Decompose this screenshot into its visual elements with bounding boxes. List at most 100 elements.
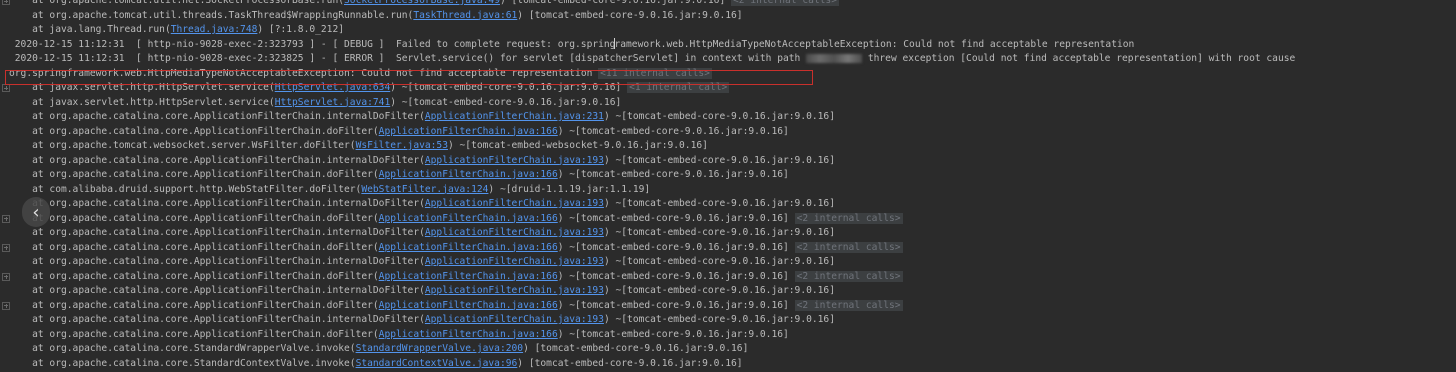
log-text: at org.apache.tomcat.util.net.SocketProc… <box>32 0 345 6</box>
internal-calls-badge[interactable]: <2 internal calls> <box>794 212 903 224</box>
log-text: ) ~[druid-1.1.19.jar:1.1.19] <box>488 183 651 195</box>
log-text: at org.apache.catalina.core.StandardWrap… <box>32 343 356 354</box>
source-link[interactable]: ApplicationFilterChain.java:193 <box>425 198 604 209</box>
log-text: at org.apache.catalina.core.ApplicationF… <box>32 270 379 282</box>
internal-calls-badge[interactable]: <2 internal calls> <box>794 241 903 253</box>
log-line: at org.apache.catalina.core.ApplicationF… <box>0 270 1456 285</box>
source-link[interactable]: ApplicationFilterChain.java:166 <box>379 329 558 340</box>
log-line: at org.apache.catalina.core.ApplicationF… <box>0 241 1456 256</box>
source-link[interactable]: StandardWrapperValve.java:200 <box>356 343 524 354</box>
log-line: at org.apache.catalina.core.ApplicationF… <box>0 197 1456 212</box>
log-line: at org.apache.catalina.core.ApplicationF… <box>0 226 1456 241</box>
log-text: at java.lang.Thread.run( <box>32 24 171 35</box>
log-text: at org.apache.catalina.core.ApplicationF… <box>32 212 379 224</box>
source-link[interactable]: ApplicationFilterChain.java:193 <box>425 155 604 166</box>
source-link[interactable]: StandardContextValve.java:96 <box>356 358 518 369</box>
source-link[interactable]: ApplicationFilterChain.java:166 <box>379 300 558 311</box>
internal-calls-badge[interactable]: <2 internal calls> <box>794 299 903 311</box>
fold-expand-icon[interactable] <box>2 272 10 281</box>
redacted-path <box>806 53 863 63</box>
log-line: at org.apache.catalina.core.ApplicationF… <box>0 168 1456 183</box>
log-line: at org.apache.catalina.core.StandardWrap… <box>0 342 1456 357</box>
log-line: at org.apache.tomcat.util.net.SocketProc… <box>0 0 1456 9</box>
log-text: ) [tomcat-embed-core-9.0.16.jar:9.0.16] <box>517 9 743 21</box>
log-text: ) ~[tomcat-embed-core-9.0.16.jar:9.0.16] <box>557 212 795 224</box>
log-text: ) ~[tomcat-embed-core-9.0.16.jar:9.0.16] <box>603 198 835 209</box>
source-link[interactable]: HttpServlet.java:741 <box>275 97 391 108</box>
source-link[interactable]: ApplicationFilterChain.java:193 <box>425 285 604 296</box>
log-text: ) ~[tomcat-embed-core-9.0.16.jar:9.0.16] <box>603 285 835 296</box>
log-line: at org.apache.catalina.core.ApplicationF… <box>0 154 1456 169</box>
fold-expand-icon[interactable] <box>2 243 10 252</box>
source-link[interactable]: WebStatFilter.java:124 <box>361 184 488 195</box>
internal-calls-badge[interactable]: <2 internal calls> <box>731 0 839 6</box>
source-link[interactable]: WsFilter.java:53 <box>356 140 448 151</box>
source-link[interactable]: ApplicationFilterChain.java:193 <box>425 227 604 238</box>
log-text: at org.apache.catalina.core.ApplicationF… <box>32 169 379 180</box>
log-line: at org.apache.catalina.core.StandardCont… <box>0 357 1456 372</box>
log-text: ) [tomcat-embed-core-9.0.16.jar:9.0.16] <box>517 357 743 369</box>
log-text: threw exception [Could not find acceptab… <box>862 53 1296 64</box>
log-text: at org.apache.catalina.core.ApplicationF… <box>32 227 425 238</box>
chevron-left-icon[interactable]: ‹ <box>22 197 50 227</box>
fold-expand-icon[interactable] <box>2 0 10 5</box>
log-text: ) [tomcat-embed-core-9.0.16.jar:9.0.16] <box>499 0 732 6</box>
log-text: ) ~[tomcat-embed-core-9.0.16.jar:9.0.16] <box>603 111 835 122</box>
log-line: at com.alibaba.druid.support.http.WebSta… <box>0 183 1456 198</box>
source-link[interactable]: ApplicationFilterChain.java:166 <box>379 213 558 224</box>
source-link[interactable]: SocketProcessorBase.java:49 <box>344 0 500 6</box>
fold-expand-icon[interactable] <box>2 84 10 92</box>
log-text: at org.apache.catalina.core.ApplicationF… <box>32 299 379 311</box>
internal-calls-badge[interactable]: <2 internal calls> <box>794 270 903 282</box>
source-link[interactable]: ApplicationFilterChain.java:193 <box>425 314 604 325</box>
log-line: at org.apache.catalina.core.ApplicationF… <box>0 284 1456 299</box>
log-text: ) ~[tomcat-embed-core-9.0.16.jar:9.0.16] <box>603 256 835 267</box>
log-line: at org.apache.catalina.core.ApplicationF… <box>0 125 1456 140</box>
log-text: ) ~[tomcat-embed-core-9.0.16.jar:9.0.16] <box>603 227 835 238</box>
fold-expand-icon[interactable] <box>2 214 10 223</box>
log-text: at org.apache.catalina.core.ApplicationF… <box>32 256 425 267</box>
log-text: ) ~[tomcat-embed-core-9.0.16.jar:9.0.16] <box>557 299 795 311</box>
source-link[interactable]: Thread.java:748 <box>171 24 258 35</box>
log-line: at org.apache.tomcat.util.threads.TaskTh… <box>0 9 1456 24</box>
log-text: ) ~[tomcat-embed-core-9.0.16.jar:9.0.16] <box>557 169 789 180</box>
source-link[interactable]: ApplicationFilterChain.java:231 <box>425 111 604 122</box>
source-link[interactable]: ApplicationFilterChain.java:166 <box>379 169 558 180</box>
log-line: at org.apache.catalina.core.ApplicationF… <box>0 110 1456 125</box>
log-line: at org.apache.catalina.core.ApplicationF… <box>0 255 1456 270</box>
fold-expand-icon[interactable] <box>2 301 10 310</box>
log-text: ) ~[tomcat-embed-core-9.0.16.jar:9.0.16] <box>557 125 789 137</box>
log-line: at java.lang.Thread.run(Thread.java:748)… <box>0 23 1456 38</box>
exception-highlight-box <box>5 70 813 85</box>
source-link[interactable]: TaskThread.java:61 <box>413 10 517 21</box>
log-text: 2020-12-15 11:12:31 [ http-nio-9028-exec… <box>14 53 807 64</box>
log-text: 2020-12-15 11:12:31 [ http-nio-9028-exec… <box>14 38 616 50</box>
log-text: ) ~[tomcat-embed-core-9.0.16.jar:9.0.16] <box>603 154 835 166</box>
log-line: at org.apache.tomcat.websocket.server.Ws… <box>0 139 1456 154</box>
source-link[interactable]: ApplicationFilterChain.java:193 <box>425 256 604 267</box>
log-text: at javax.servlet.http.HttpServlet.servic… <box>32 96 275 108</box>
log-text: ) ~[tomcat-embed-websocket-9.0.16.jar:9.… <box>447 140 708 151</box>
log-text: ) ~[tomcat-embed-core-9.0.16.jar:9.0.16] <box>557 328 789 340</box>
log-text: ) ~[tomcat-embed-core-9.0.16.jar:9.0.16] <box>557 270 795 282</box>
log-text: ) ~[tomcat-embed-core-9.0.16.jar:9.0.16] <box>557 241 795 253</box>
log-text: at org.apache.catalina.core.ApplicationF… <box>32 125 379 137</box>
log-text: at org.apache.catalina.core.StandardCont… <box>32 357 356 369</box>
log-text: at org.apache.catalina.core.ApplicationF… <box>32 241 379 253</box>
log-text: at org.apache.catalina.core.ApplicationF… <box>32 198 425 209</box>
log-line: at javax.servlet.http.HttpServlet.servic… <box>0 96 1456 111</box>
source-link[interactable]: ApplicationFilterChain.java:166 <box>379 126 558 137</box>
log-text: at org.apache.catalina.core.ApplicationF… <box>32 154 425 166</box>
log-text: ) ~[tomcat-embed-core-9.0.16.jar:9.0.16] <box>603 314 835 325</box>
log-text: ) [?:1.8.0_212] <box>257 24 345 35</box>
log-text: at org.apache.tomcat.util.threads.TaskTh… <box>32 9 414 21</box>
source-link[interactable]: ApplicationFilterChain.java:166 <box>379 242 558 253</box>
source-link[interactable]: ApplicationFilterChain.java:166 <box>379 271 558 282</box>
log-text: at org.apache.catalina.core.ApplicationF… <box>32 314 425 325</box>
log-text: at org.apache.tomcat.websocket.server.Ws… <box>32 140 356 151</box>
log-line: at org.apache.catalina.core.ApplicationF… <box>0 212 1456 227</box>
log-text: ) [tomcat-embed-core-9.0.16.jar:9.0.16] <box>523 343 749 354</box>
log-text: at org.apache.catalina.core.ApplicationF… <box>32 285 425 296</box>
log-text: at com.alibaba.druid.support.http.WebSta… <box>32 183 362 195</box>
log-line: 2020-12-15 11:12:31 [ http-nio-9028-exec… <box>0 38 1456 53</box>
